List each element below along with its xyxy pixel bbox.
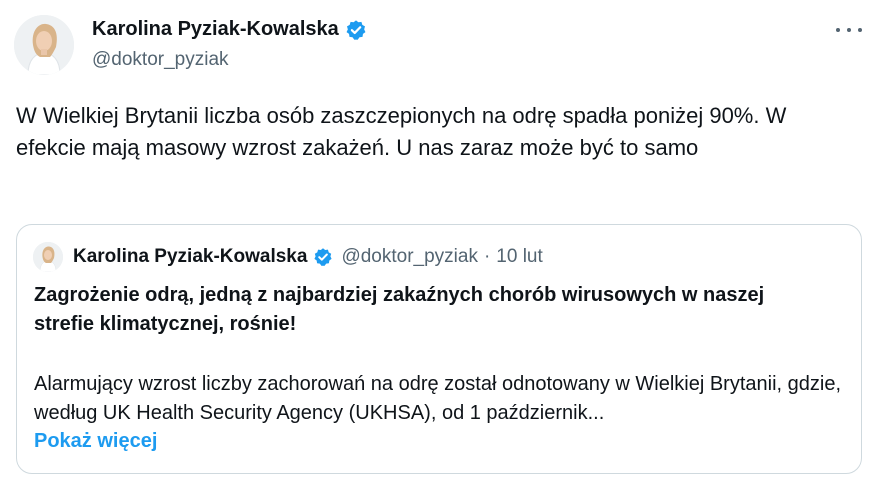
quoted-tweet-header: Karolina Pyziak-Kowalska @doktor_pyziak … xyxy=(33,242,543,272)
quoted-timestamp[interactable]: 10 lut xyxy=(496,246,542,268)
quoted-tweet-card[interactable]: Karolina Pyziak-Kowalska @doktor_pyziak … xyxy=(16,224,862,474)
quoted-avatar xyxy=(33,242,63,272)
tweet-text: W Wielkiej Brytanii liczba osób zaszczep… xyxy=(16,103,787,160)
quoted-tweet-body: Alarmujący wzrost liczby zachorowań na o… xyxy=(34,373,842,424)
quoted-author-handle: @doktor_pyziak xyxy=(341,246,478,267)
verified-badge-icon xyxy=(313,247,333,267)
quoted-author-name: Karolina Pyziak-Kowalska xyxy=(73,246,308,267)
more-dot xyxy=(847,28,851,32)
more-dot xyxy=(836,28,840,32)
more-options-icon[interactable] xyxy=(836,20,862,40)
tweet-author: Karolina Pyziak-Kowalska @doktor_pyziak xyxy=(92,18,367,71)
separator-dot: · xyxy=(483,246,491,267)
quoted-tweet-title: Zagrożenie odrą, jedną z najbardziej zak… xyxy=(34,284,765,335)
avatar[interactable] xyxy=(14,15,74,75)
verified-badge-icon[interactable] xyxy=(345,19,367,41)
show-more-link[interactable]: Pokaż więcej xyxy=(34,430,157,453)
author-name[interactable]: Karolina Pyziak-Kowalska xyxy=(92,18,339,41)
author-handle[interactable]: @doktor_pyziak xyxy=(92,49,367,71)
more-dot xyxy=(858,28,862,32)
